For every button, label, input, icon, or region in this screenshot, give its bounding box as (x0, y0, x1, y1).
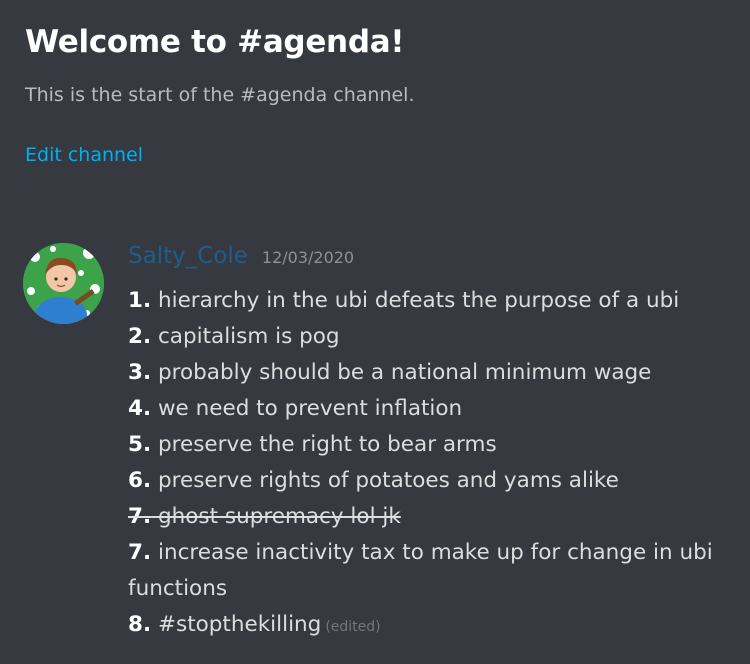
avatar-image (23, 243, 104, 324)
welcome-subtitle: This is the start of the #agenda channel… (25, 84, 415, 106)
welcome-title: Welcome to #agenda! (25, 24, 405, 60)
list-item: 4. we need to prevent inflation (128, 396, 463, 421)
list-item: 5. preserve the right to bear arms (128, 432, 497, 457)
message-content: 1. hierarchy in the ubi defeats the purp… (128, 283, 740, 645)
list-item-struck: 7. ghost supremacy lol jk (128, 504, 401, 529)
list-item: 6. preserve rights of potatoes and yams … (128, 468, 619, 493)
message-timestamp: 12/03/2020 (261, 248, 355, 267)
author-username[interactable]: Salty_Cole (128, 243, 248, 269)
list-item: 8. #stopthekilling (edited) (128, 612, 381, 637)
edit-channel-link[interactable]: Edit channel (25, 142, 143, 168)
list-item: 2. capitalism is pog (128, 324, 340, 349)
message-body: Salty_Cole 12/03/2020 1. hierarchy in th… (128, 243, 740, 645)
channel-welcome: Welcome to #agenda! This is the start of… (25, 20, 730, 168)
message-header: Salty_Cole 12/03/2020 (128, 243, 740, 283)
list-item: 1. hierarchy in the ubi defeats the purp… (128, 288, 680, 313)
list-item: 3. probably should be a national minimum… (128, 360, 652, 385)
edited-indicator: (edited) (325, 619, 381, 635)
list-item: 7. increase inactivity tax to make up fo… (128, 540, 713, 601)
avatar[interactable] (23, 243, 104, 324)
